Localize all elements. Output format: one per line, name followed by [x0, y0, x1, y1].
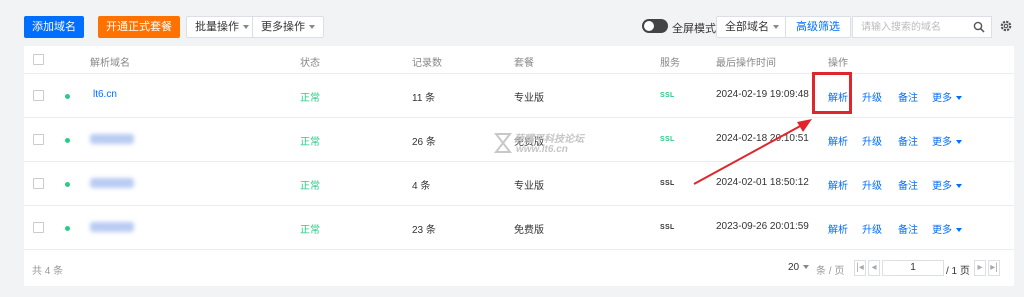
chevron-down-icon [773, 25, 779, 30]
chevron-down-icon [309, 25, 315, 30]
open-plan-button[interactable]: 开通正式套餐 [98, 16, 180, 38]
table-footer: 共 4 条 20 条 / 页 |◂ ◂ 1 / 1 页 ▸ ▸| [24, 250, 1014, 286]
search-box [852, 16, 992, 38]
fullscreen-label: 全屏模式 [672, 23, 716, 35]
advanced-filter-button[interactable]: 高级筛选 [785, 16, 851, 38]
more-ops-dropdown[interactable]: 更多操作 [252, 16, 324, 38]
more-ops-label: 更多操作 [261, 21, 305, 33]
add-domain-button[interactable]: 添加域名 [24, 16, 84, 38]
fullscreen-toggle[interactable] [642, 19, 668, 33]
page-size-value: 20 [788, 262, 800, 273]
batch-ops-label: 批量操作 [195, 21, 239, 33]
search-icon[interactable] [973, 21, 985, 33]
per-page-unit: 条 / 页 [816, 266, 845, 277]
batch-ops-dropdown[interactable]: 批量操作 [186, 16, 258, 38]
first-page-button[interactable]: |◂ [854, 260, 866, 276]
total-pages: / 1 页 [946, 266, 970, 277]
prev-page-button[interactable]: ◂ [868, 260, 880, 276]
domain-filter-label: 全部域名 [725, 21, 769, 33]
next-page-button[interactable]: ▸ [974, 260, 986, 276]
chevron-down-icon [803, 265, 810, 270]
chevron-down-icon [243, 25, 249, 30]
domain-table: 解析域名 状态 记录数 套餐 服务 最后操作时间 操作 lt6.cn 正常 11… [24, 46, 1014, 286]
gear-icon[interactable] [999, 19, 1013, 33]
total-count: 共 4 条 [32, 266, 64, 277]
domain-filter-select[interactable]: 全部域名 [716, 16, 788, 38]
last-page-button[interactable]: ▸| [988, 260, 1000, 276]
search-input[interactable] [853, 17, 965, 37]
current-page-input[interactable]: 1 [882, 260, 944, 276]
page-size-select[interactable]: 20 [788, 262, 810, 273]
domain-management-page: 添加域名 开通正式套餐 批量操作 更多操作 全屏模式 全部域名 高级筛选 解析域… [0, 0, 1024, 297]
